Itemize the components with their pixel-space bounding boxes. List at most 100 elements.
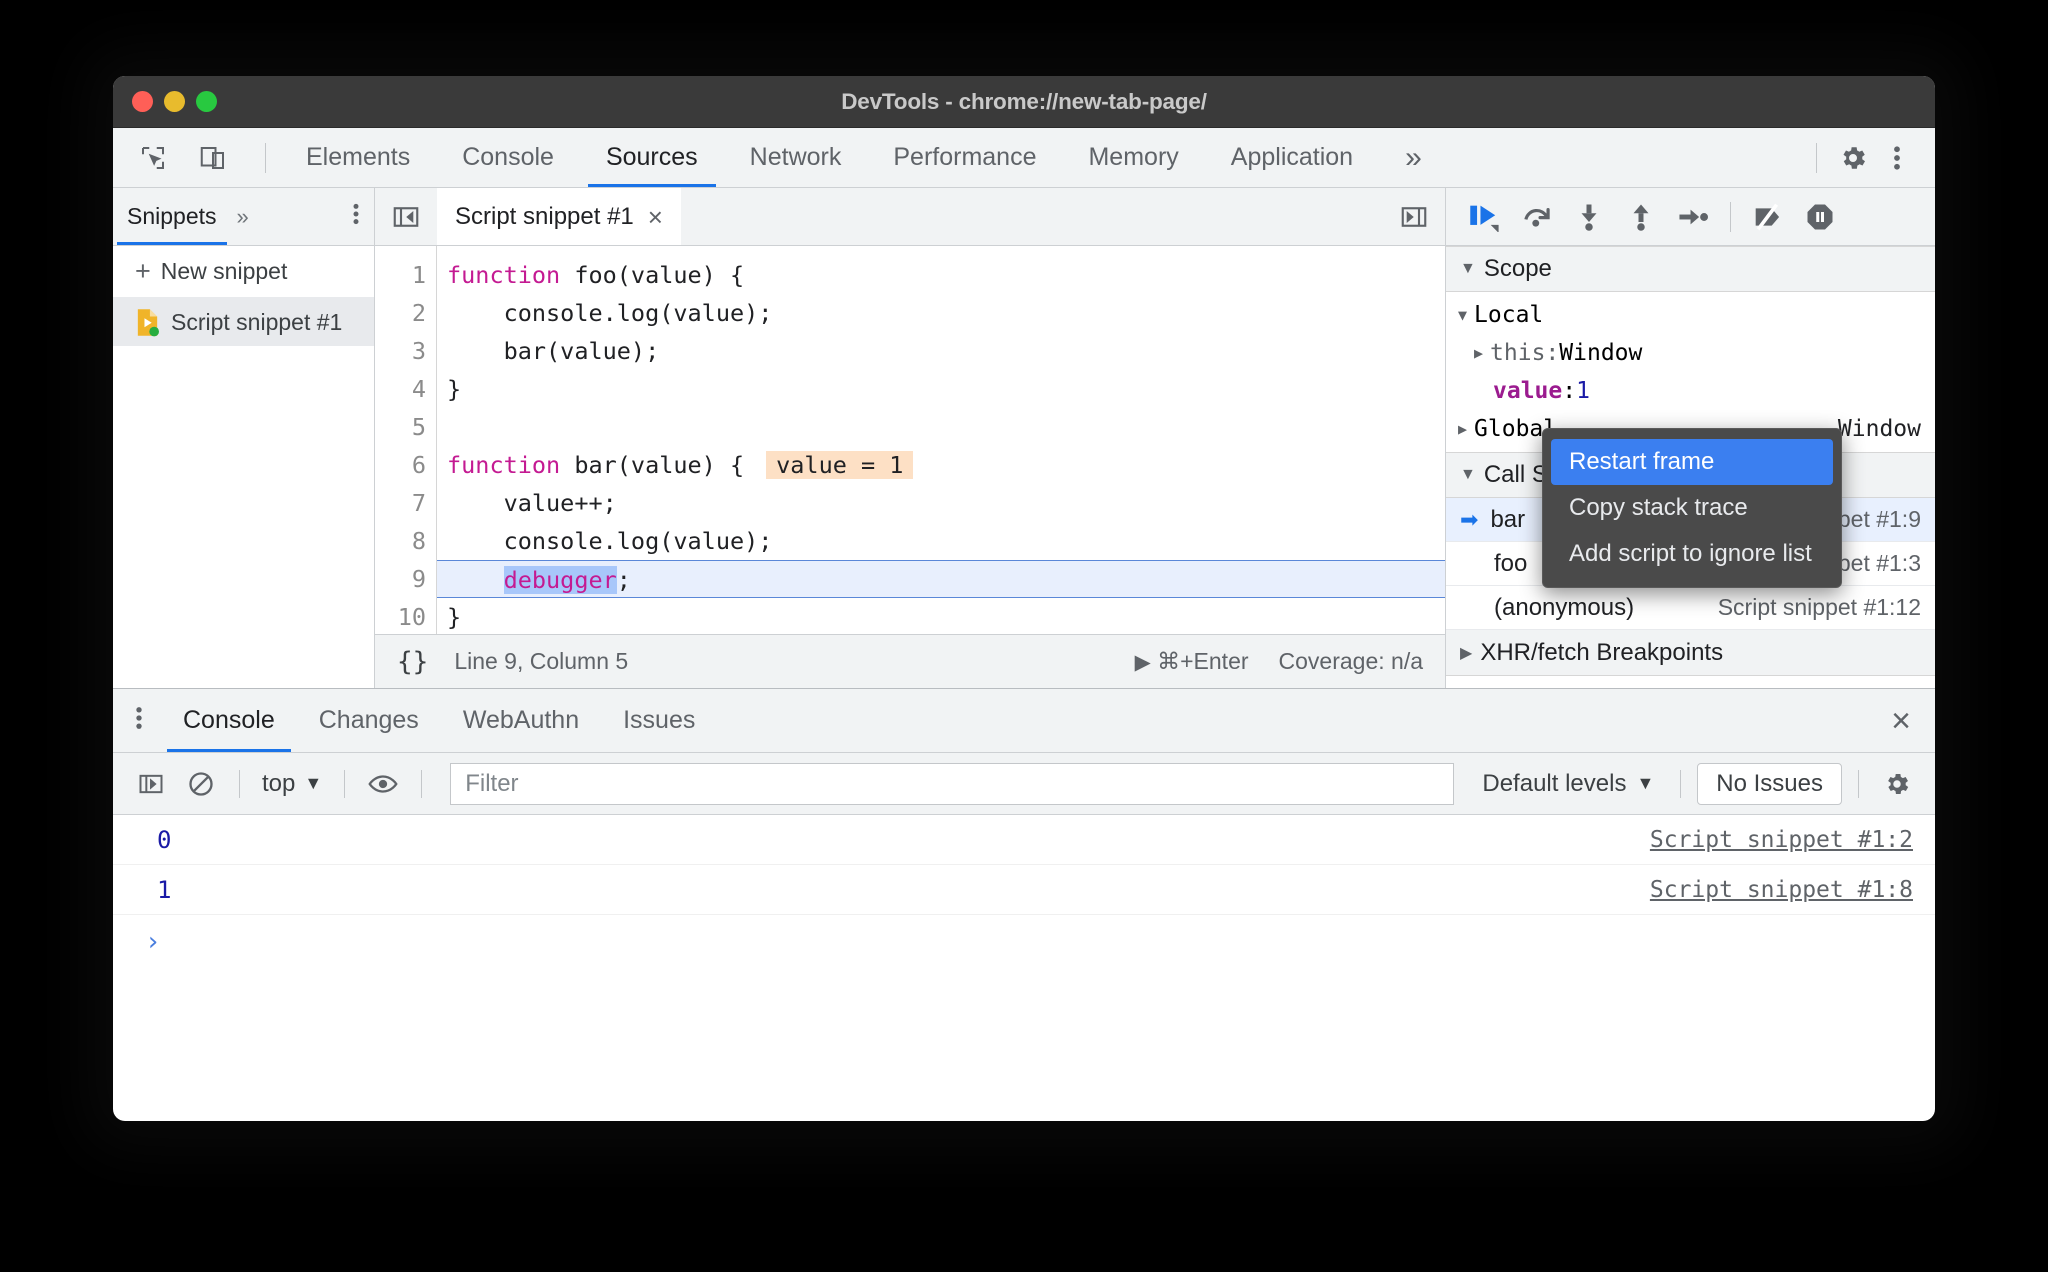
console-message[interactable]: 1 Script snippet #1:8 <box>113 865 1935 915</box>
collapse-sidebar-icon[interactable] <box>375 202 437 232</box>
tab-memory[interactable]: Memory <box>1062 128 1204 187</box>
code-line: bar(value); <box>447 337 660 365</box>
tab-performance[interactable]: Performance <box>867 128 1062 187</box>
navigator-tabbar: Snippets » <box>113 188 374 246</box>
scope-section-header[interactable]: ▼ Scope <box>1446 246 1935 292</box>
snippet-list-item[interactable]: Script snippet #1 <box>113 298 374 346</box>
clear-console-icon[interactable] <box>179 762 223 806</box>
gear-icon[interactable] <box>1875 762 1919 806</box>
line-number: 5 <box>411 413 426 441</box>
context-menu-item-add-script-to-ignore-list[interactable]: Add script to ignore list <box>1543 531 1841 577</box>
scope-local-label: Local <box>1474 302 1544 328</box>
step-over-button[interactable] <box>1512 193 1562 241</box>
tabs-overflow-button[interactable]: » <box>1379 128 1448 187</box>
pretty-print-icon[interactable]: {} <box>397 647 428 677</box>
chevron-right-icon: ▶ <box>1474 344 1484 362</box>
console-log-levels-label: Default levels <box>1482 769 1627 797</box>
console-toolbar-divider-3 <box>421 769 423 798</box>
snippet-item-label: Script snippet #1 <box>171 308 343 335</box>
console-toolbar-divider-2 <box>344 769 346 798</box>
code-editor[interactable]: 1 2 3 4 5 6 7 8 9 10 11 12 13 function f… <box>375 246 1445 634</box>
run-snippet-button[interactable]: ▶ ⌘+Enter <box>1135 648 1249 675</box>
scope-property-this[interactable]: ▶ this : Window <box>1446 334 1935 372</box>
code-line: } <box>447 603 462 631</box>
pause-on-exceptions-button[interactable] <box>1795 193 1845 241</box>
new-snippet-button[interactable]: + New snippet <box>113 246 374 298</box>
console-message-value: 0 <box>157 825 172 854</box>
live-expression-icon[interactable] <box>361 762 405 806</box>
console-toolbar-divider-4 <box>1680 769 1682 798</box>
kebab-menu-icon[interactable] <box>1875 136 1919 180</box>
editor-file-tab[interactable]: Script snippet #1 × <box>437 188 681 245</box>
console-context-selector[interactable]: top ▼ <box>256 770 328 798</box>
console-filter-input[interactable] <box>450 762 1455 805</box>
line-number: 8 <box>411 527 426 555</box>
call-stack-frame-name: (anonymous) <box>1494 593 1635 621</box>
console-toolbar-divider <box>239 769 240 798</box>
editor-status-bar: {} Line 9, Column 5 ▶ ⌘+Enter Coverage: … <box>375 634 1445 688</box>
line-number: 10 <box>397 603 426 631</box>
tab-sources[interactable]: Sources <box>580 128 724 187</box>
console-message[interactable]: 0 Script snippet #1:2 <box>113 815 1935 865</box>
step-out-button[interactable] <box>1616 193 1666 241</box>
step-button[interactable] <box>1668 193 1718 241</box>
console-message-source-link[interactable]: Script snippet #1:8 <box>1650 877 1913 903</box>
scope-property-value: Window <box>1559 340 1643 366</box>
close-icon[interactable]: × <box>648 204 663 230</box>
code-line: function foo(value) { <box>447 261 745 289</box>
expand-panel-icon[interactable] <box>1399 202 1445 232</box>
play-icon: ▶ <box>1134 651 1151 674</box>
tab-console[interactable]: Console <box>436 128 580 187</box>
navigator-more-options-icon[interactable] <box>352 201 374 232</box>
console-prompt[interactable]: › <box>113 915 1935 969</box>
navigator-overflow-button[interactable]: » <box>231 204 255 230</box>
editor-tabbar: Script snippet #1 × <box>375 188 1445 246</box>
line-number-gutter: 1 2 3 4 5 6 7 8 9 10 11 12 13 <box>375 246 437 634</box>
scope-property-value: 1 <box>1576 378 1590 404</box>
console-log-levels-dropdown[interactable]: Default levels ▼ <box>1472 770 1664 798</box>
device-toolbar-icon[interactable] <box>191 136 235 180</box>
navigator-tab-snippets[interactable]: Snippets <box>113 188 231 245</box>
devtools-main-tabbar: Elements Console Sources Network Perform… <box>113 128 1935 188</box>
code-line: function bar(value) {value = 1 <box>437 446 1445 484</box>
tabbar-left-icons <box>113 136 280 180</box>
scope-property-value-var[interactable]: value : 1 <box>1446 372 1935 410</box>
tab-application[interactable]: Application <box>1205 128 1379 187</box>
prompt-caret-icon: › <box>145 927 161 957</box>
console-message-source-link[interactable]: Script snippet #1:2 <box>1650 827 1913 853</box>
close-drawer-icon[interactable]: × <box>1891 704 1935 738</box>
code-line: console.log(value); <box>447 527 773 555</box>
issues-status-button[interactable]: No Issues <box>1697 762 1842 805</box>
console-toolbar-divider-5 <box>1858 769 1859 798</box>
gear-icon[interactable] <box>1831 136 1875 180</box>
inspect-element-icon[interactable] <box>131 136 175 180</box>
tab-network[interactable]: Network <box>724 128 868 187</box>
tab-elements[interactable]: Elements <box>280 128 436 187</box>
call-stack-frame-location: Script snippet #1:12 <box>1717 594 1921 620</box>
resume-button[interactable] <box>1460 193 1510 241</box>
drawer-tab-console[interactable]: Console <box>161 689 297 752</box>
editor-file-tab-label: Script snippet #1 <box>455 202 634 230</box>
call-stack-context-menu[interactable]: Restart frame Copy stack trace Add scrip… <box>1542 428 1842 588</box>
context-menu-item-restart-frame[interactable]: Restart frame <box>1551 439 1833 485</box>
line-number: 9 <box>411 565 426 593</box>
navigator-pane: Snippets » + New snippet Script snippet … <box>113 188 375 688</box>
scope-property-separator: : <box>1545 340 1560 366</box>
plus-icon: + <box>135 256 151 286</box>
chevron-down-icon: ▼ <box>1636 773 1655 793</box>
call-stack-frame-anonymous[interactable]: (anonymous) Script snippet #1:12 <box>1446 586 1935 630</box>
console-sidebar-icon[interactable] <box>129 762 173 806</box>
console-output: 0 Script snippet #1:2 1 Script snippet #… <box>113 815 1935 969</box>
sources-panel-body: Snippets » + New snippet Script snippet … <box>113 188 1935 688</box>
scope-global-value: Window <box>1837 416 1921 442</box>
drawer-more-options-icon[interactable] <box>113 704 161 737</box>
context-menu-item-copy-stack-trace[interactable]: Copy stack trace <box>1543 485 1841 531</box>
step-into-button[interactable] <box>1564 193 1614 241</box>
drawer-tab-webauthn[interactable]: WebAuthn <box>441 689 601 752</box>
scope-group-local[interactable]: ▼ Local <box>1446 296 1935 334</box>
drawer-tab-issues[interactable]: Issues <box>601 689 717 752</box>
deactivate-breakpoints-button[interactable] <box>1743 193 1793 241</box>
drawer-tab-changes[interactable]: Changes <box>297 689 441 752</box>
xhr-breakpoints-section-header[interactable]: ▶ XHR/fetch Breakpoints <box>1446 630 1935 676</box>
